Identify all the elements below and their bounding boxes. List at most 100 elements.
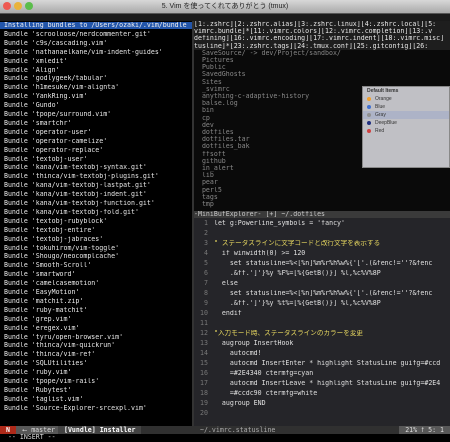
file-tree-entry[interactable]: lib (194, 172, 450, 179)
line-number: 10 (200, 310, 208, 317)
bundle-line: Bundle 'kana/vim-textobj-function.git' (0, 200, 192, 208)
line-number: 8 (204, 290, 208, 297)
buffer-name: [Vundle] Installer (58, 426, 142, 434)
file-tree-entry[interactable]: pear (194, 179, 450, 186)
code-line[interactable]: set statusline=%<[%n]%m%r%h%w%{'['.(&fen… (210, 260, 450, 267)
bundle-line: Bundle 'operator-replace' (0, 146, 192, 154)
code-line[interactable]: set statusline=%<[%n]%m%r%h%w%{'['.(&fen… (210, 290, 450, 297)
window-titlebar[interactable]: 5. Vim を使ってくれてありがとう (tmux) (0, 0, 450, 14)
bundle-line: Bundle 'operator-camelize' (0, 137, 192, 145)
buffer-list-line[interactable]: [1:.zshrc][2:.zshrc.alias][3:.zshrc.linu… (194, 21, 450, 29)
code-line[interactable]: =#2E4340 ctermfg=cyan (210, 370, 450, 377)
file-tree-entry[interactable]: SaveSource/ -> dev/Project/sandbox/ (194, 50, 450, 57)
line-number: 17 (200, 380, 208, 387)
code-line[interactable]: .&ff.']'}%y %t%=[%{GetB()}] %l,%c%V%8P (210, 300, 450, 307)
code-line[interactable]: augroup InsertHook (210, 340, 450, 347)
buffer-list-line[interactable]: vimrc.bundle]*[11:.vimrc.colors][12:.vim… (194, 28, 450, 36)
line-number: 11 (200, 320, 208, 327)
bundle-line: Bundle 'ruby-matchit' (0, 306, 192, 314)
finder-item-label: Orange (375, 96, 392, 102)
bundle-line: Bundle 'operator-user' (0, 128, 192, 136)
file-tree-entry[interactable]: Public (194, 64, 450, 71)
cursor-position: 21% ⭡ 5: 1 (399, 426, 450, 434)
window-title: 5. Vim を使ってくれてありがとう (tmux) (161, 3, 289, 10)
code-line[interactable]: if winwidth(0) >= 120 (210, 250, 450, 257)
line-number: 4 (204, 250, 208, 257)
installer-header-line: Installing bundles to /Users/ozaki/.vim/… (0, 22, 192, 30)
bundle-line: Bundle 'tyru/open-browser.vim' (0, 333, 192, 341)
bundle-line: Bundle 'smartword' (0, 271, 192, 279)
line-number: 7 (204, 280, 208, 287)
bundle-line: Bundle 'textobj-rubyblock' (0, 217, 192, 225)
bundle-line: Bundle 'Source-Explorer-srcexpl.vim' (0, 404, 192, 412)
code-line[interactable]: .&ff.']'}%y %F%=[%{GetB()}] %l,%c%V%8P (210, 270, 450, 277)
code-line[interactable]: "入力モード時、ステータスラインのカラーを変更 (210, 330, 450, 337)
buffer-list-line[interactable]: tusline]*[23:.zshrc.tags][24:.tmux.conf]… (194, 42, 450, 50)
file-tree-entry[interactable]: tmp (194, 201, 450, 208)
bundle-line: Bundle 'kana/vim-textobj-fold.git' (0, 208, 192, 217)
line-number: 13 (200, 340, 208, 347)
command-line-text: -- INSERT -- (0, 434, 56, 441)
code-line[interactable]: let g:Powerline_symbols = 'fancy' (210, 220, 450, 227)
bundle-line: Bundle 'textobj-entire' (0, 226, 192, 234)
color-dot-icon (367, 129, 371, 133)
mode-indicator: N (0, 426, 16, 434)
finder-header: Default Items (367, 88, 399, 94)
code-line[interactable]: autocmd! (210, 350, 450, 357)
bundle-line: Bundle 'thinca/vim-textobj-plugins.git' (0, 173, 192, 181)
file-tree-entry[interactable]: SavedGhosts (194, 71, 450, 78)
bundle-line: Bundle 'Align' (0, 66, 192, 74)
color-dot-icon (367, 121, 371, 125)
bundle-line: Bundle 'thinca/vim-quickrun' (0, 342, 192, 350)
bundle-line: Bundle 'eregex.vim' (0, 324, 192, 332)
bundle-line: Bundle 'ruby.vim' (0, 369, 192, 377)
buffer-list-line[interactable]: defining][16:.vimrc.encoding][17:.vimrc.… (194, 35, 450, 43)
finder-item[interactable]: DeepBlue (363, 119, 449, 127)
code-line[interactable]: autocmd InsertEnter * highlight StatusLi… (210, 360, 450, 367)
code-line[interactable]: augroup END (210, 400, 450, 407)
file-tree-entry[interactable]: tags (194, 194, 450, 201)
screen: 5. Vim を使ってくれてありがとう (tmux) Installing bu… (0, 0, 450, 442)
bundle-line: Bundle 'Rubytest' (0, 386, 192, 395)
finder-item[interactable]: Gray (363, 111, 449, 119)
finder-item-label: Blue (375, 104, 386, 110)
line-number: 14 (200, 350, 208, 357)
bundle-line: Bundle 'tokuhirom/vim-toggle' (0, 244, 192, 252)
bundle-line: Bundle 'tpope/vim-rails' (0, 378, 192, 386)
bundle-line: Bundle 'c9s/cascading.vim' (0, 39, 192, 47)
finder-item-label: Gray (375, 112, 386, 118)
vimrc-editor-pane[interactable]: -MiniBufExplorer- [+] ~/.dotfiles 1 let … (194, 211, 450, 426)
bundle-line: Bundle 'smartchr' (0, 119, 192, 128)
vundle-installer-pane[interactable]: Installing bundles to /Users/ozaki/.vim/… (0, 21, 192, 426)
bundle-line: Bundle 'SQLUtilities' (0, 360, 192, 368)
code-line[interactable]: endif (210, 310, 450, 317)
finder-item[interactable]: Blue (363, 103, 449, 111)
color-dot-icon (367, 97, 371, 101)
line-number: 9 (204, 300, 208, 307)
command-line[interactable]: -- INSERT -- (0, 434, 450, 442)
code-line[interactable] (210, 410, 450, 417)
line-number: 15 (200, 360, 208, 367)
file-tree-entry[interactable]: perl5 (194, 187, 450, 194)
code-line[interactable] (210, 230, 450, 237)
code-line[interactable]: " ステータスラインに文字コードと改行文字を表示する (210, 240, 450, 247)
finder-item[interactable]: Orange (363, 95, 449, 103)
finder-item[interactable]: Red (363, 127, 449, 135)
code-line[interactable] (210, 320, 450, 327)
code-line[interactable]: autocmd InsertLeave * highlight StatusLi… (210, 380, 450, 387)
bundle-line: Bundle 'xmledit' (0, 57, 192, 65)
bundle-line: Bundle 'EasyMotion' (0, 289, 192, 297)
file-tree-entry[interactable]: Pictures (194, 57, 450, 64)
bundle-line: Bundle 'YankRing.vim' (0, 93, 192, 101)
bundle-line: Bundle 'godlygeek/tabular' (0, 75, 192, 83)
minibufexplorer-header: -MiniBufExplorer- [+] ~/.dotfiles (194, 211, 450, 219)
finder-item-label: Red (375, 128, 385, 134)
bundle-line: Bundle 'kana/vim-textobj-indent.git' (0, 191, 192, 199)
code-line[interactable]: =#ccdc90 ctermfg=white (210, 390, 450, 397)
bundle-line: Bundle 'kana/vim-textobj-syntax.git' (0, 164, 192, 172)
line-number: 18 (200, 390, 208, 397)
file-tree-entry[interactable]: Sites (194, 79, 450, 86)
code-line[interactable]: else (210, 280, 450, 287)
bundle-line: Bundle 'grep.vim' (0, 315, 192, 323)
bundle-line: Bundle 'Shougo/neocomplcache' (0, 253, 192, 261)
